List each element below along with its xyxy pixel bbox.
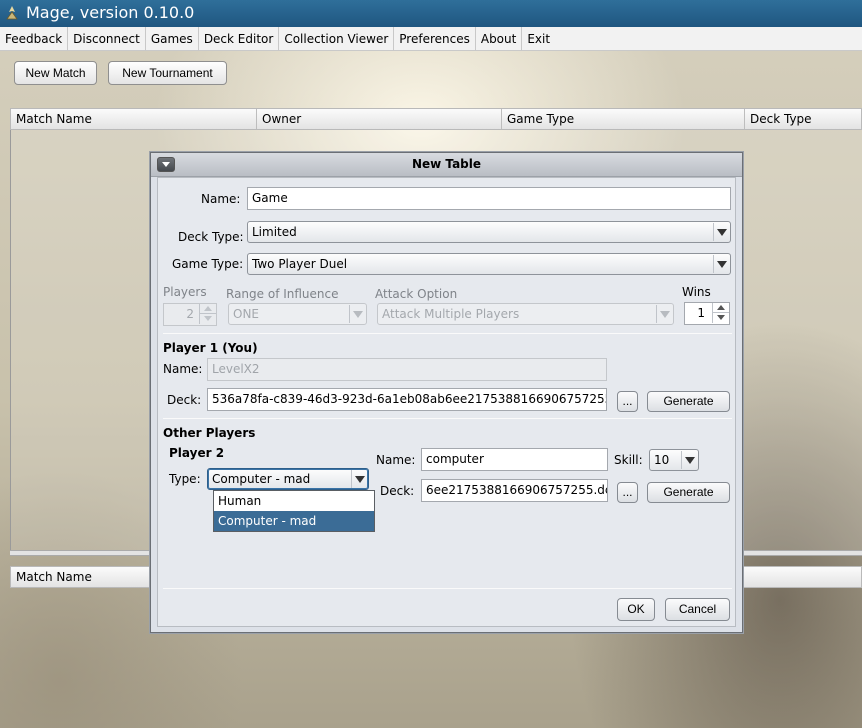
attack-option-label: Attack Option — [375, 287, 458, 301]
spin-down-icon[interactable] — [712, 313, 729, 323]
menu-exit[interactable]: Exit — [522, 27, 555, 51]
dialog-titlebar: New Table — [151, 153, 742, 177]
column-owner[interactable]: Owner — [257, 109, 502, 129]
cancel-button[interactable]: Cancel — [665, 598, 730, 621]
player2-type-dropdown-list: Human Computer - mad — [213, 490, 375, 532]
new-tournament-button[interactable]: New Tournament — [108, 61, 227, 85]
player2-type-value: Computer - mad — [212, 472, 311, 486]
player1-name-field: LevelX2 — [207, 358, 607, 381]
game-type-value: Two Player Duel — [252, 257, 348, 271]
player1-header: Player 1 (You) — [163, 341, 258, 355]
player2-header: Player 2 — [169, 446, 225, 460]
column-deck-type[interactable]: Deck Type — [745, 109, 861, 129]
range-of-influence-label: Range of Influence — [226, 287, 339, 301]
player2-skill-label: Skill: — [614, 453, 643, 467]
menu-deck-editor[interactable]: Deck Editor — [199, 27, 280, 51]
chevron-down-icon — [349, 305, 365, 323]
player2-name-input[interactable]: computer — [421, 448, 608, 471]
player2-generate-deck-button[interactable]: Generate — [647, 482, 730, 503]
range-of-influence-select: ONE — [228, 303, 367, 325]
attack-option-value: Attack Multiple Players — [382, 307, 520, 321]
separator — [163, 418, 732, 419]
player2-skill-select[interactable]: 10 — [649, 449, 699, 471]
column-game-type[interactable]: Game Type — [502, 109, 745, 129]
chevron-down-icon — [713, 255, 729, 273]
spin-down-icon — [199, 314, 216, 324]
player2-name-label: Name: — [376, 453, 416, 467]
player1-browse-deck-button[interactable]: ... — [617, 391, 638, 412]
player2-deck-input[interactable]: 6ee2175388166906757255.dck — [421, 479, 608, 502]
player1-generate-deck-button[interactable]: Generate — [647, 391, 730, 412]
players-value: 2 — [186, 307, 194, 321]
player2-skill-value: 10 — [654, 453, 670, 467]
menu-collection-viewer[interactable]: Collection Viewer — [279, 27, 395, 51]
new-match-button[interactable]: New Match — [14, 61, 97, 85]
player2-type-select[interactable]: Computer - mad — [207, 468, 369, 490]
chevron-down-icon — [351, 470, 367, 488]
deck-type-value: Limited — [252, 225, 297, 239]
chevron-down-icon — [713, 223, 729, 241]
menu-feedback[interactable]: Feedback — [0, 27, 69, 51]
wins-label: Wins — [682, 285, 711, 299]
player2-browse-deck-button[interactable]: ... — [617, 482, 638, 503]
window-titlebar: Mage, version 0.10.0 — [0, 0, 862, 27]
players-spinner: 2 — [163, 303, 217, 326]
ok-button[interactable]: OK — [617, 598, 655, 621]
table-name-label: Name: — [201, 192, 241, 206]
separator — [163, 588, 732, 589]
chevron-down-icon — [681, 451, 697, 469]
player1-name-label: Name: — [163, 362, 203, 376]
deck-type-select[interactable]: Limited — [247, 221, 731, 243]
attack-option-select: Attack Multiple Players — [377, 303, 674, 325]
player2-deck-label: Deck: — [380, 484, 415, 498]
players-label: Players — [163, 285, 207, 299]
new-table-dialog: New Table Name: Game Deck Type: Limited … — [150, 152, 743, 633]
wins-spinner[interactable]: 1 — [684, 302, 730, 325]
mage-app-icon — [6, 6, 18, 20]
menu-about[interactable]: About — [476, 27, 523, 51]
game-type-select[interactable]: Two Player Duel — [247, 253, 731, 275]
separator — [163, 333, 732, 334]
type-option-human[interactable]: Human — [214, 491, 374, 511]
dialog-title: New Table — [411, 157, 482, 171]
table-name-input[interactable]: Game — [247, 187, 731, 210]
wins-value: 1 — [697, 306, 705, 320]
deck-type-label: Deck Type: — [178, 230, 244, 244]
spin-up-icon — [199, 304, 216, 314]
menu-disconnect[interactable]: Disconnect — [68, 27, 146, 51]
type-option-computer-mad[interactable]: Computer - mad — [214, 511, 374, 531]
player1-deck-label: Deck: — [167, 393, 202, 407]
matches-table-header: Match Name Owner Game Type Deck Type — [10, 108, 862, 130]
window-title: Mage, version 0.10.0 — [26, 3, 195, 22]
column-match-name[interactable]: Match Name — [11, 109, 257, 129]
dialog-content: Name: Game Deck Type: Limited Game Type:… — [157, 177, 736, 627]
spin-up-icon[interactable] — [712, 303, 729, 313]
chevron-down-icon — [656, 305, 672, 323]
menu-bar: Feedback Disconnect Games Deck Editor Co… — [0, 27, 862, 51]
player2-type-label: Type: — [169, 472, 201, 486]
menu-games[interactable]: Games — [146, 27, 199, 51]
menu-preferences[interactable]: Preferences — [394, 27, 476, 51]
range-of-influence-value: ONE — [233, 307, 260, 321]
game-type-label: Game Type: — [172, 257, 244, 271]
other-players-header: Other Players — [163, 426, 256, 440]
player1-deck-input[interactable]: 536a78fa-c839-46d3-923d-6a1eb08ab6ee2175… — [207, 388, 607, 411]
